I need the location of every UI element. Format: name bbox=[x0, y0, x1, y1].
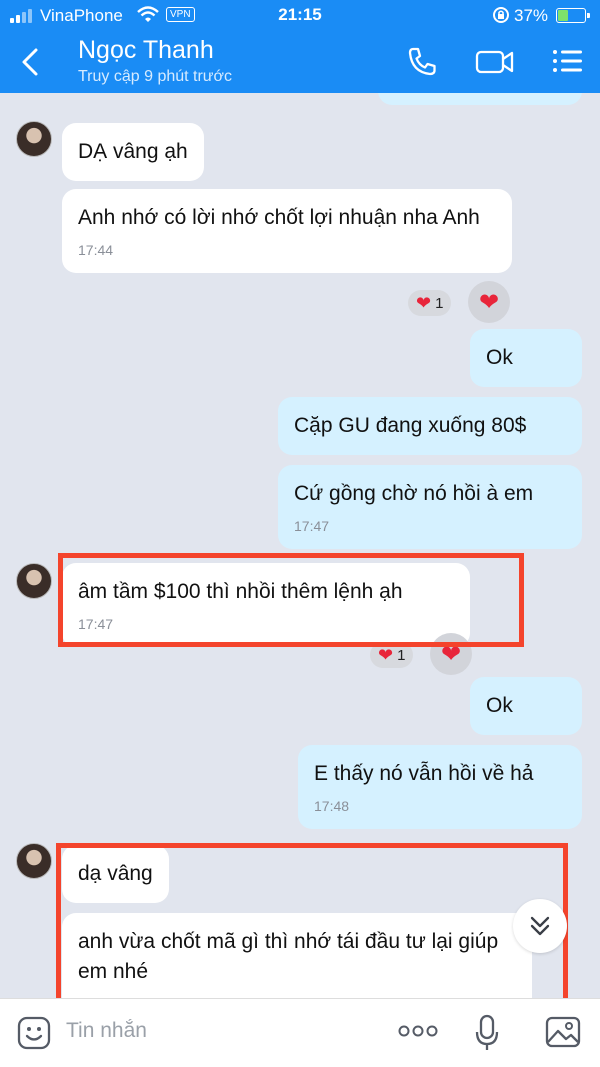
avatar[interactable] bbox=[16, 843, 52, 879]
reaction-count: 1 bbox=[435, 294, 444, 312]
top-bar: VinaPhone VPN 21:15 37% Ngọc Thanh Truy … bbox=[0, 0, 600, 93]
message-text: Cặp GU đang xuống 80$ bbox=[294, 414, 527, 437]
contact-last-seen: Truy cập 9 phút trước bbox=[78, 68, 232, 85]
back-icon[interactable] bbox=[16, 44, 46, 80]
heart-icon: ❤ bbox=[416, 292, 432, 313]
highlight-box bbox=[56, 843, 568, 998]
message-text: Ok bbox=[486, 346, 513, 369]
message-time: 17:48 bbox=[314, 798, 350, 814]
message-text: Ok bbox=[486, 694, 513, 717]
double-chevron-down-icon bbox=[530, 916, 550, 936]
battery-icon bbox=[556, 8, 590, 23]
message-input-bar bbox=[0, 998, 600, 1067]
message-bubble[interactable]: Cứ gồng chờ nó hồi à em 17:47 bbox=[278, 465, 582, 549]
avatar[interactable] bbox=[16, 563, 52, 599]
message-text: E thấy nó vẫn hồi về hả bbox=[314, 762, 534, 785]
message-bubble[interactable]: Cặp GU đang xuống 80$ bbox=[278, 397, 582, 455]
reaction-summary[interactable]: ❤ 1 bbox=[408, 290, 452, 316]
message-text: Anh nhớ có lời nhớ chốt lợi nhuận nha An… bbox=[78, 206, 480, 229]
avatar[interactable] bbox=[16, 121, 52, 157]
message-bubble[interactable]: E thấy nó vẫn hồi về hả 17:48 bbox=[298, 745, 582, 829]
phone-icon[interactable] bbox=[404, 44, 440, 78]
message-time: 17:47 bbox=[294, 518, 330, 534]
message-text: DẠ vâng ạh bbox=[78, 140, 188, 163]
highlight-box bbox=[58, 553, 524, 647]
message-bubble[interactable]: DẠ vâng ạh bbox=[62, 123, 204, 181]
contact-name[interactable]: Ngọc Thanh bbox=[78, 36, 214, 65]
rotation-lock-icon bbox=[493, 7, 509, 23]
status-bar: VinaPhone VPN 21:15 37% bbox=[0, 0, 600, 32]
scroll-down-button[interactable] bbox=[513, 899, 567, 953]
heart-icon: ❤ bbox=[478, 288, 500, 316]
message-text: Cứ gồng chờ nó hồi à em bbox=[294, 482, 534, 505]
react-button[interactable]: ❤ bbox=[468, 281, 510, 323]
heart-icon: ❤ bbox=[378, 644, 394, 665]
menu-icon[interactable] bbox=[550, 44, 586, 78]
message-time: 17:44 bbox=[78, 242, 114, 258]
message-input[interactable] bbox=[66, 1015, 366, 1047]
status-time: 21:15 bbox=[278, 5, 322, 24]
more-icon[interactable] bbox=[398, 1023, 438, 1039]
microphone-icon[interactable] bbox=[474, 1013, 500, 1053]
video-call-icon[interactable] bbox=[474, 44, 516, 78]
message-bubble[interactable]: Ok bbox=[470, 677, 582, 735]
message-bubble[interactable]: Ok bbox=[470, 329, 582, 387]
message-bubble[interactable]: Anh nhớ có lời nhớ chốt lợi nhuận nha An… bbox=[62, 189, 512, 273]
sticker-icon[interactable] bbox=[16, 1015, 52, 1051]
chat-area[interactable]: DẠ vâng ạh Anh nhớ có lời nhớ chốt lợi n… bbox=[0, 93, 600, 998]
battery-percent: 37% bbox=[514, 6, 549, 25]
message-bubble-partial bbox=[378, 93, 582, 105]
image-icon[interactable] bbox=[544, 1015, 582, 1049]
reaction-count: 1 bbox=[397, 646, 406, 664]
